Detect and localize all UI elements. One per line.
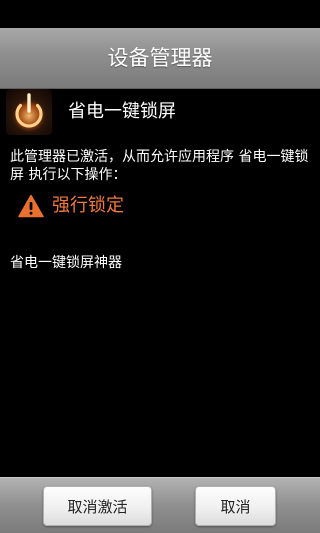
app-name: 省电一键锁屏: [68, 101, 176, 122]
screen: 设备管理器 省电一键锁屏 此管理器已激活，从而允许应用程序 省电一键锁屏 执行以…: [0, 0, 320, 533]
title-bar: 设备管理器: [0, 28, 320, 89]
power-button-icon: [6, 89, 52, 135]
policy-label: 强行锁定: [52, 195, 124, 216]
warning-icon: [18, 194, 44, 218]
app-row: 省电一键锁屏: [0, 89, 320, 135]
deactivate-button[interactable]: 取消激活: [43, 486, 152, 526]
cancel-button[interactable]: 取消: [195, 486, 276, 526]
dialog-title: 设备管理器: [107, 46, 213, 70]
activation-description: 此管理器已激活，从而允许应用程序 省电一键锁屏 执行以下操作：: [10, 149, 309, 183]
button-bar: 取消激活 取消: [0, 477, 320, 533]
status-bar: [0, 0, 320, 28]
policy-item: 强行锁定: [0, 191, 320, 221]
app-description: 省电一键锁屏神器: [10, 255, 122, 271]
